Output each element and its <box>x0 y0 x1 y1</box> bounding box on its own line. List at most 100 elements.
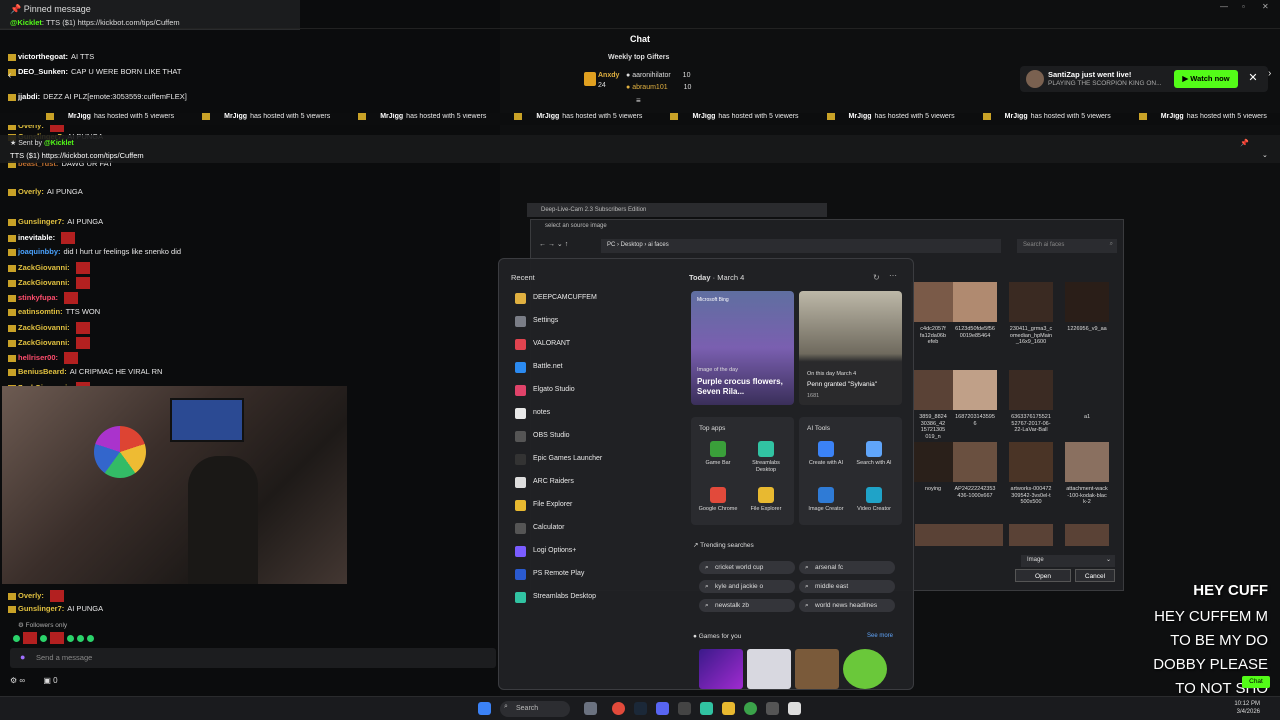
steam-icon[interactable] <box>634 702 647 715</box>
file-thumbnail[interactable] <box>1065 524 1109 546</box>
recent-item[interactable]: OBS Studio <box>515 428 675 446</box>
recent-item[interactable]: Elgato Studio <box>515 382 675 400</box>
emote[interactable] <box>77 634 84 642</box>
minimize-icon[interactable]: — <box>1220 2 1228 11</box>
chat-username[interactable]: ZackGiovanni: <box>18 323 70 332</box>
file-thumbnail[interactable] <box>1009 524 1053 546</box>
file-thumbnail[interactable] <box>911 282 955 322</box>
chat-username[interactable]: eatinsomtin: <box>18 307 63 316</box>
bing-image-card[interactable]: Microsoft Bing Image of the day Purple c… <box>691 291 794 405</box>
watch-now-button[interactable]: ▶ Watch now <box>1174 70 1238 88</box>
emote[interactable] <box>87 634 94 642</box>
chat-username[interactable]: Overly: <box>18 591 44 600</box>
emote[interactable] <box>13 634 20 642</box>
terminal-icon[interactable] <box>766 702 779 715</box>
pinned-message[interactable]: 📌 Pinned message @Kicklet: TTS ($1) http… <box>0 0 300 30</box>
trending-chip[interactable]: ⌕ newstalk zb <box>699 599 795 612</box>
app-tile[interactable]: Google Chrome <box>695 487 741 513</box>
app-tile[interactable]: Streamlabs Desktop <box>743 441 789 473</box>
obs-icon[interactable] <box>678 702 691 715</box>
file-thumbnail[interactable] <box>1009 442 1053 482</box>
expand-icon[interactable]: ≡ <box>636 96 641 105</box>
chat-username[interactable]: ZackGiovanni: <box>18 278 70 287</box>
settings-icon[interactable]: ⚙ ∞ <box>10 676 25 685</box>
search-input[interactable]: Search ai faces ⌕ <box>1017 239 1117 253</box>
chat-username[interactable]: ZackGiovanni: <box>18 338 70 347</box>
recent-item[interactable]: Battle.net <box>515 359 675 377</box>
file-name[interactable]: attachment-wack -100-kodak-blac k-2 <box>1061 486 1113 506</box>
file-name[interactable]: 6123d50fde5f56 0019e85464 <box>949 326 1001 339</box>
file-explorer-icon[interactable] <box>722 702 735 715</box>
clock[interactable]: 10:12 PM 3/4/2026 <box>1234 700 1260 716</box>
chat-input[interactable]: ● Send a message <box>10 648 496 668</box>
chat-username[interactable]: stinkyfupa: <box>18 293 58 302</box>
recent-item[interactable]: Streamlabs Desktop <box>515 589 675 607</box>
trending-chip[interactable]: ⌕ middle east <box>799 580 895 593</box>
open-button[interactable]: Open <box>1015 569 1071 582</box>
file-thumbnail[interactable] <box>953 442 997 482</box>
chat-username[interactable]: Gunslinger7: <box>18 217 64 226</box>
mic-icon[interactable]: ● <box>20 652 25 662</box>
emote[interactable] <box>23 632 37 644</box>
chrome-icon[interactable] <box>612 702 625 715</box>
chevron-left-icon[interactable]: ‹ <box>8 70 11 81</box>
recent-item[interactable]: Logi Options+ <box>515 543 675 561</box>
trending-chip[interactable]: ⌕ world news headlines <box>799 599 895 612</box>
file-thumbnail[interactable] <box>1065 370 1109 410</box>
close-icon[interactable]: ✕ <box>1246 71 1260 87</box>
nav-arrows-icon[interactable]: ← → ⌄ ↑ <box>539 240 568 248</box>
file-thumbnail[interactable] <box>911 442 955 482</box>
chat-username[interactable]: ZackGiovanni: <box>18 263 70 272</box>
file-thumbnail[interactable] <box>959 524 1003 546</box>
chat-username[interactable]: joaquinbby: <box>18 247 61 256</box>
streamlabs-icon[interactable] <box>700 702 713 715</box>
chevron-down-icon[interactable]: ⌄ <box>1262 151 1268 159</box>
address-bar[interactable]: PC › Desktop › ai faces <box>601 239 1001 253</box>
windows-start-icon[interactable] <box>478 702 491 715</box>
emote[interactable] <box>50 632 64 644</box>
file-thumbnail[interactable] <box>953 282 997 322</box>
chat-username[interactable]: DEO_Sunken: <box>18 67 68 76</box>
file-name[interactable]: a1 <box>1061 414 1113 421</box>
file-name[interactable]: 6363376175521 52767-2017-06- 22-LaVar-Ba… <box>1005 414 1057 434</box>
emote[interactable] <box>67 634 74 642</box>
app-icon[interactable] <box>788 702 801 715</box>
trending-chip[interactable]: ⌕ cricket world cup <box>699 561 795 574</box>
emote-row[interactable] <box>10 632 160 644</box>
recent-item[interactable]: VALORANT <box>515 336 675 354</box>
points-icon[interactable]: ▣ <box>43 676 51 685</box>
chrome-alt-icon[interactable] <box>744 702 757 715</box>
chat-username[interactable]: hellriser00: <box>18 353 58 362</box>
file-thumbnail[interactable] <box>1009 370 1053 410</box>
chevron-right-icon[interactable]: › <box>1268 68 1271 79</box>
trending-chip[interactable]: ⌕ kyle and jackie o <box>699 580 795 593</box>
file-name[interactable]: AP24222242353 436-1000x667 <box>949 486 1001 499</box>
file-thumbnail[interactable] <box>1065 442 1109 482</box>
recent-item[interactable]: DEEPCAMCUFFEM <box>515 290 675 308</box>
app-tile[interactable]: Image Creator <box>803 487 849 513</box>
chat-toggle-button[interactable]: Chat <box>1242 676 1270 688</box>
game-tile[interactable] <box>699 649 743 689</box>
file-thumbnail[interactable] <box>1009 282 1053 322</box>
cancel-button[interactable]: Cancel <box>1075 569 1115 582</box>
chat-username[interactable]: inevitable: <box>18 233 55 242</box>
app-tile[interactable]: File Explorer <box>743 487 789 513</box>
recent-item[interactable]: ARC Raiders <box>515 474 675 492</box>
see-more-link[interactable]: See more <box>867 633 893 639</box>
recent-item[interactable]: Settings <box>515 313 675 331</box>
app-tile[interactable]: Game Bar <box>695 441 741 467</box>
close-icon[interactable]: ✕ <box>1262 2 1269 11</box>
recent-item[interactable]: PS Remote Play <box>515 566 675 584</box>
file-thumbnail[interactable] <box>915 524 959 546</box>
recent-item[interactable]: notes <box>515 405 675 423</box>
game-tile[interactable] <box>747 649 791 689</box>
file-type-select[interactable]: Image ⌄ <box>1021 555 1115 567</box>
chat-username[interactable]: jjabdi: <box>18 92 40 101</box>
file-thumbnail[interactable] <box>1065 282 1109 322</box>
taskbar-search[interactable]: ⌕ Search <box>500 701 570 717</box>
recent-item[interactable]: Calculator <box>515 520 675 538</box>
deep-live-cam-window[interactable]: Deep-Live-Cam 2.3 Subscribers Edition <box>527 203 827 217</box>
file-name[interactable]: 230411_grma3_c omedian_hpMain _16x9_1600 <box>1005 326 1057 346</box>
on-this-day-card[interactable]: On this day March 4 Penn granted "Sylvan… <box>799 291 902 405</box>
recent-item[interactable]: Epic Games Launcher <box>515 451 675 469</box>
